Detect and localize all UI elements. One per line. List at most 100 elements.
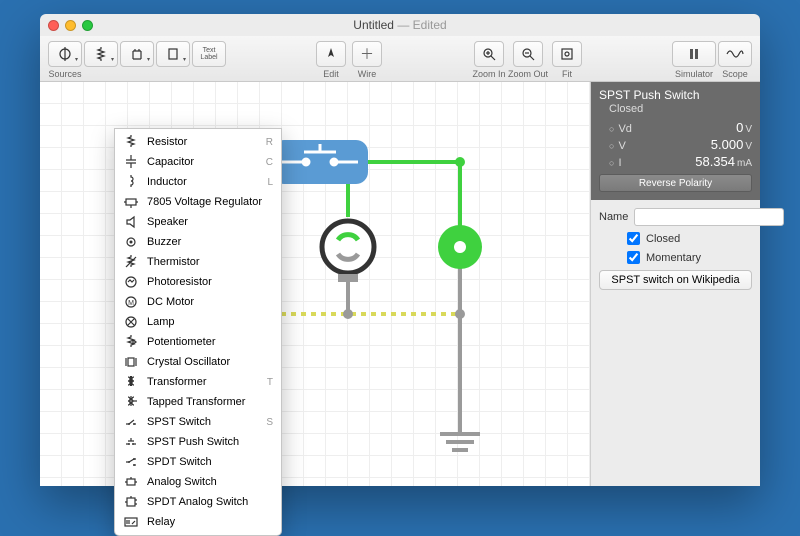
components-button[interactable]: ▾ — [84, 38, 118, 81]
buzzer-icon — [123, 234, 139, 250]
spst-icon — [123, 414, 139, 430]
menu-item-motor[interactable]: M DC Motor — [115, 292, 281, 312]
menu-item-inductor[interactable]: Inductor L — [115, 172, 281, 192]
menu-item-capacitor[interactable]: Capacitor C — [115, 152, 281, 172]
voltage-node-component[interactable] — [438, 225, 482, 269]
momentary-checkbox[interactable] — [627, 251, 640, 264]
menu-item-thermistor[interactable]: Thermistor — [115, 252, 281, 272]
menu-item-label: SPDT Switch — [147, 456, 212, 468]
menu-item-label: Capacitor — [147, 156, 194, 168]
photoresistor-icon — [123, 274, 139, 290]
zoom-in-button[interactable]: Zoom In — [472, 38, 506, 81]
zoom-out-button[interactable]: Zoom Out — [508, 38, 548, 81]
menu-item-push[interactable]: SPST Push Switch — [115, 432, 281, 452]
menu-item-regulator[interactable]: 7805 Voltage Regulator — [115, 192, 281, 212]
edit-mode-button[interactable]: Edit — [314, 38, 348, 81]
speaker-icon — [123, 214, 139, 230]
titlebar: Untitled — Edited — [40, 14, 760, 36]
menu-item-label: Potentiometer — [147, 336, 215, 348]
scope-button[interactable]: Scope — [718, 38, 752, 81]
menu-item-label: Photoresistor — [147, 276, 212, 288]
menu-item-shortcut: C — [266, 157, 273, 168]
menu-item-label: SPST Push Switch — [147, 436, 239, 448]
menu-item-shortcut: S — [266, 417, 273, 428]
menu-item-label: Crystal Oscillator — [147, 356, 230, 368]
capacitor-icon — [123, 154, 139, 170]
menu-item-label: SPST Switch — [147, 416, 211, 428]
lamp-icon — [123, 314, 139, 330]
menu-item-label: 7805 Voltage Regulator — [147, 196, 262, 208]
menu-item-label: DC Motor — [147, 296, 194, 308]
zoom-fit-button[interactable]: Fit — [550, 38, 584, 81]
resistor-icon — [123, 134, 139, 150]
xfmr-icon — [123, 374, 139, 390]
menu-item-xfmr[interactable]: Transformer T — [115, 372, 281, 392]
menu-item-buzzer[interactable]: Buzzer — [115, 232, 281, 252]
toolbar: ▾ Sources ▾ ▾ ▾ Text Label Edit ＋ Wire — [40, 36, 760, 82]
readout-v-label[interactable]: V — [609, 140, 626, 152]
menu-item-label: Tapped Transformer — [147, 396, 245, 408]
xtal-icon — [123, 354, 139, 370]
wire-mode-button[interactable]: ＋ Wire — [350, 38, 384, 81]
relay-icon — [123, 514, 139, 530]
menu-item-pot[interactable]: Potentiometer — [115, 332, 281, 352]
menu-item-aspdt[interactable]: SPDT Analog Switch — [115, 492, 281, 512]
menu-item-spst[interactable]: SPST Switch S — [115, 412, 281, 432]
momentary-checkbox-label: Momentary — [646, 252, 701, 264]
menu-item-label: Buzzer — [147, 236, 181, 248]
menu-item-relay[interactable]: Relay — [115, 512, 281, 532]
menu-item-shortcut: R — [266, 137, 273, 148]
menu-item-label: SPDT Analog Switch — [147, 496, 248, 508]
xfmr2-icon — [123, 394, 139, 410]
menu-item-shortcut: L — [267, 177, 273, 188]
inductor-icon — [123, 174, 139, 190]
menu-item-label: Inductor — [147, 176, 187, 188]
close-icon[interactable] — [48, 20, 59, 31]
text-label-button[interactable]: Text Label — [192, 38, 226, 81]
buzzer-component[interactable] — [322, 221, 374, 273]
aspdt-icon — [123, 494, 139, 510]
closed-checkbox-label: Closed — [646, 233, 680, 245]
menu-item-xtal[interactable]: Crystal Oscillator — [115, 352, 281, 372]
menu-item-xfmr2[interactable]: Tapped Transformer — [115, 392, 281, 412]
readout-vd-label[interactable]: Vd — [609, 123, 632, 135]
sources-button[interactable]: ▾ Sources — [48, 38, 82, 81]
menu-item-label: Speaker — [147, 216, 188, 228]
push-icon — [123, 434, 139, 450]
inspector-panel: SPST Push Switch Closed Vd0V V5.000V I58… — [590, 82, 760, 486]
components-dropdown-menu: Resistor R Capacitor C Inductor L 7805 Voltage… — [114, 128, 282, 536]
menu-item-resistor[interactable]: Resistor R — [115, 132, 281, 152]
menu-item-label: Resistor — [147, 136, 187, 148]
menu-item-lamp[interactable]: Lamp — [115, 312, 281, 332]
simulator-toggle[interactable]: Simulator — [672, 38, 716, 81]
spdt-icon — [123, 454, 139, 470]
inspector-state: Closed — [609, 103, 752, 115]
ground-component[interactable] — [440, 434, 480, 450]
menu-item-label: Analog Switch — [147, 476, 217, 488]
inspector-title: SPST Push Switch — [599, 88, 752, 102]
minimize-icon[interactable] — [65, 20, 76, 31]
menu-item-photoresistor[interactable]: Photoresistor — [115, 272, 281, 292]
fullscreen-icon[interactable] — [82, 20, 93, 31]
motor-icon: M — [123, 294, 139, 310]
closed-checkbox[interactable] — [627, 232, 640, 245]
menu-item-shortcut: T — [267, 377, 273, 388]
pot-icon — [123, 334, 139, 350]
chips-button[interactable]: ▾ — [120, 38, 154, 81]
reverse-polarity-button[interactable]: Reverse Polarity — [599, 174, 752, 192]
window-title: Untitled — Edited — [40, 18, 760, 32]
wikipedia-link-button[interactable]: SPST switch on Wikipedia — [599, 270, 752, 290]
menu-item-speaker[interactable]: Speaker — [115, 212, 281, 232]
readout-i-label[interactable]: I — [609, 157, 622, 169]
menu-item-label: Lamp — [147, 316, 175, 328]
regulator-icon — [123, 194, 139, 210]
menu-item-label: Transformer — [147, 376, 207, 388]
menu-item-spdt[interactable]: SPDT Switch — [115, 452, 281, 472]
io-button[interactable]: ▾ — [156, 38, 190, 81]
menu-item-aswitch[interactable]: Analog Switch — [115, 472, 281, 492]
name-field[interactable] — [634, 208, 784, 226]
menu-item-label: Relay — [147, 516, 175, 528]
svg-text:M: M — [128, 300, 134, 307]
app-window: Untitled — Edited ▾ Sources ▾ ▾ ▾ Text L… — [40, 14, 760, 486]
aswitch-icon — [123, 474, 139, 490]
